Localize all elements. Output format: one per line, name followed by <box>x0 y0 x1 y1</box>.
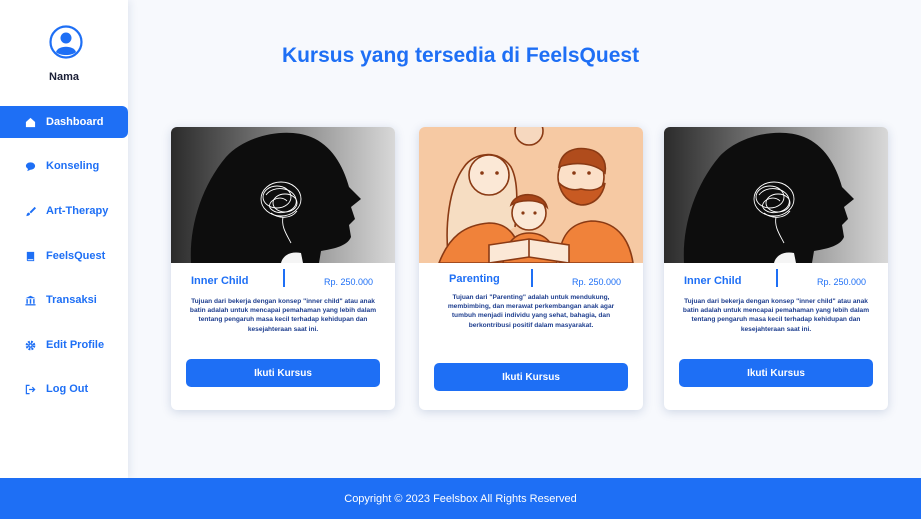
course-description: Tujuan dari bekerja dengan konsep "inner… <box>189 298 377 333</box>
course-title: Inner Child <box>191 275 249 287</box>
user-avatar-icon[interactable] <box>49 25 83 59</box>
sidebar-item-dashboard[interactable]: Dashboard <box>0 106 128 138</box>
book-icon <box>24 250 36 262</box>
woman-silhouette-tangled-mind-image <box>664 127 888 263</box>
footer: Copyright © 2023 Feelsbox All Rights Res… <box>0 478 921 519</box>
sidebar: Nama Dashboard Konseling Art-Therapy Fee… <box>0 0 128 478</box>
sidebar-item-label: Log Out <box>46 383 89 395</box>
sidebar-item-edit-profile[interactable]: Edit Profile <box>0 329 128 361</box>
chat-bubble-icon <box>24 160 36 172</box>
sidebar-item-art-therapy[interactable]: Art-Therapy <box>0 195 128 227</box>
sidebar-item-log-out[interactable]: Log Out <box>0 373 128 405</box>
woman-silhouette-tangled-mind-image <box>171 127 395 263</box>
paintbrush-icon <box>24 205 36 217</box>
course-price: Rp. 250.000 <box>816 277 866 287</box>
ikuti-kursus-button[interactable]: Ikuti Kursus <box>186 359 380 387</box>
course-title: Inner Child <box>684 275 742 287</box>
home-icon <box>24 116 36 128</box>
course-price: Rp. 250.000 <box>323 277 373 287</box>
copyright-text: Copyright © 2023 Feelsbox All Rights Res… <box>344 492 577 505</box>
course-description: Tujuan dari bekerja dengan konsep "inner… <box>682 298 870 333</box>
course-title: Parenting <box>449 273 500 285</box>
sidebar-item-konseling[interactable]: Konseling <box>0 150 128 182</box>
family-reading-illustration-image <box>419 127 643 263</box>
page-title: Kursus yang tersedia di FeelsQuest <box>281 44 640 67</box>
course-description: Tujuan dari "Parenting" adalah untuk men… <box>447 294 615 329</box>
sidebar-item-label: Edit Profile <box>46 339 105 351</box>
course-card-inner-child: Inner Child Rp. 250.000 Tujuan dari beke… <box>171 127 395 410</box>
ikuti-kursus-button[interactable]: Ikuti Kursus <box>679 359 873 387</box>
title-divider <box>776 269 778 287</box>
course-card-parenting: Parenting Rp. 250.000 Tujuan dari "Paren… <box>419 127 643 410</box>
sidebar-item-label: Transaksi <box>46 294 97 306</box>
bank-icon <box>24 294 36 306</box>
sidebar-item-label: Art-Therapy <box>46 205 109 217</box>
user-name: Nama <box>49 71 79 83</box>
sidebar-item-label: Konseling <box>46 160 100 172</box>
title-divider <box>283 269 285 287</box>
course-price: Rp. 250.000 <box>571 277 621 287</box>
sidebar-item-label: FeelsQuest <box>46 250 106 262</box>
sidebar-item-transaksi[interactable]: Transaksi <box>0 284 128 316</box>
course-card-inner-child-2: Inner Child Rp. 250.000 Tujuan dari beke… <box>664 127 888 410</box>
title-divider <box>531 269 533 287</box>
logout-icon <box>24 383 36 395</box>
ikuti-kursus-button[interactable]: Ikuti Kursus <box>434 363 628 391</box>
gear-icon <box>24 339 36 351</box>
sidebar-item-feelsquest[interactable]: FeelsQuest <box>0 240 128 272</box>
sidebar-item-label: Dashboard <box>46 116 104 128</box>
